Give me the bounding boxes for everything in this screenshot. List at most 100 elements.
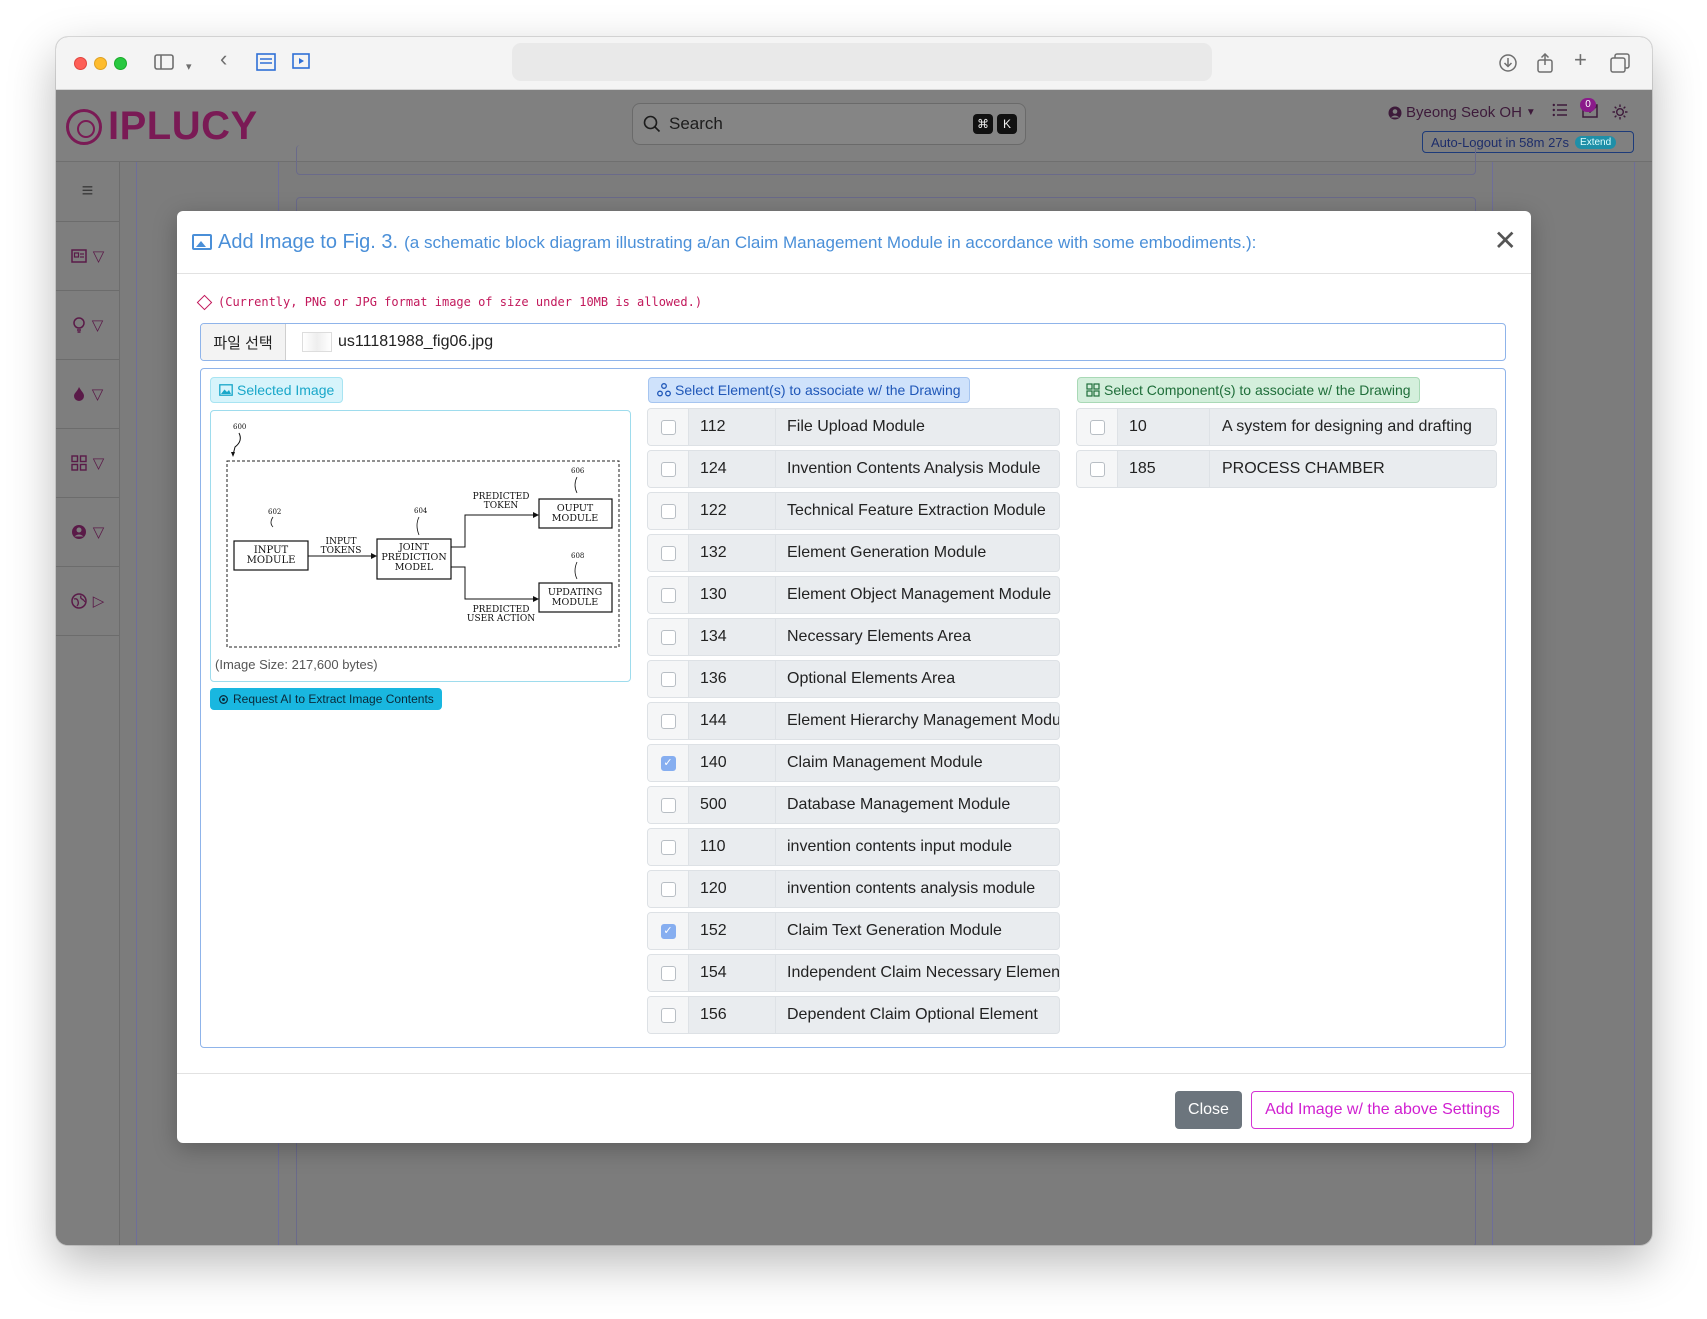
element-checkbox[interactable] — [660, 881, 676, 897]
checkbox-cell[interactable] — [648, 451, 689, 487]
element-checkbox[interactable] — [660, 503, 676, 519]
element-row[interactable]: ✓ 152 Claim Text Generation Module — [647, 912, 1060, 950]
media-icon[interactable] — [292, 53, 312, 75]
element-name: Technical Feature Extraction Module — [787, 502, 1046, 519]
element-checkbox[interactable]: ✓ — [660, 923, 676, 939]
sidebar-item-documents[interactable]: ▽ — [56, 222, 119, 291]
element-checkbox[interactable] — [660, 671, 676, 687]
component-checkbox[interactable] — [1089, 419, 1105, 435]
element-row[interactable]: 500 Database Management Module — [647, 786, 1060, 824]
request-ai-extract-button[interactable]: Request AI to Extract Image Contents — [210, 688, 442, 710]
diagram-label: MODULE — [552, 597, 598, 608]
element-row[interactable]: 144 Element Hierarchy Management Module — [647, 702, 1060, 740]
element-row[interactable]: 154 Independent Claim Necessary Elements — [647, 954, 1060, 992]
element-row[interactable]: 156 Dependent Claim Optional Element — [647, 996, 1060, 1034]
download-icon[interactable] — [1498, 53, 1518, 77]
checkbox-cell[interactable]: ✓ — [648, 913, 689, 949]
app-logo[interactable]: IPLUCY — [66, 104, 258, 149]
element-checkbox[interactable] — [660, 965, 676, 981]
extend-button[interactable]: Extend — [1575, 135, 1617, 149]
element-row[interactable]: 110 invention contents input module — [647, 828, 1060, 866]
element-name: Claim Text Generation Module — [787, 922, 1002, 939]
element-row[interactable]: 132 Element Generation Module — [647, 534, 1060, 572]
element-name: Optional Elements Area — [787, 670, 956, 687]
element-row[interactable]: 120 invention contents analysis module — [647, 870, 1060, 908]
sidebar-item-global[interactable]: ▷ — [56, 567, 119, 636]
list-icon[interactable] — [1552, 102, 1568, 123]
close-button[interactable]: Close — [1175, 1091, 1242, 1129]
element-checkbox[interactable]: ✓ — [660, 755, 676, 771]
search-input[interactable]: Search ⌘ K — [632, 103, 1026, 145]
checkbox-cell[interactable] — [648, 409, 689, 445]
checkbox-cell[interactable] — [648, 871, 689, 907]
element-checkbox[interactable] — [660, 419, 676, 435]
ref-label: 606 — [571, 467, 585, 475]
element-checkbox[interactable] — [660, 713, 676, 729]
element-row[interactable]: 122 Technical Feature Extraction Module — [647, 492, 1060, 530]
checkbox-cell[interactable] — [648, 829, 689, 865]
checkbox-cell[interactable] — [648, 619, 689, 655]
diagram-icon — [657, 383, 671, 397]
element-name: File Upload Module — [787, 418, 925, 435]
element-row[interactable]: 136 Optional Elements Area — [647, 660, 1060, 698]
sun-icon[interactable] — [1612, 104, 1628, 125]
component-checkbox[interactable] — [1089, 461, 1105, 477]
element-name: Claim Management Module — [787, 754, 983, 771]
choose-file-button[interactable]: 파일 선택 — [201, 324, 286, 360]
element-checkbox[interactable] — [660, 587, 676, 603]
component-row[interactable]: 185 PROCESS CHAMBER — [1076, 450, 1497, 488]
chevron-down-icon[interactable]: ▾ — [186, 57, 192, 77]
element-row[interactable]: 124 Invention Contents Analysis Module — [647, 450, 1060, 488]
reader-icon[interactable] — [256, 53, 276, 75]
element-number: 122 — [689, 493, 776, 529]
element-row[interactable]: 112 File Upload Module — [647, 408, 1060, 446]
checkbox-cell[interactable] — [648, 535, 689, 571]
element-name: invention contents analysis module — [787, 880, 1036, 897]
element-row[interactable]: 134 Necessary Elements Area — [647, 618, 1060, 656]
checkbox-cell[interactable] — [1077, 409, 1118, 445]
share-icon[interactable] — [1536, 52, 1554, 77]
element-row[interactable]: 130 Element Object Management Module — [647, 576, 1060, 614]
modal-subtitle: (a schematic block diagram illustrating … — [404, 232, 1257, 252]
checkbox-cell[interactable] — [1077, 451, 1118, 487]
request-ai-label: Request AI to Extract Image Contents — [233, 692, 434, 706]
zoom-window-button[interactable] — [114, 57, 127, 70]
tabs-overview-icon[interactable] — [1610, 53, 1630, 77]
back-arrow-icon[interactable]: ‹ — [220, 48, 227, 70]
user-menu[interactable]: Byeong Seok OH ▼ — [1388, 104, 1536, 121]
modal-title-text: Add Image to Fig. 3. — [218, 230, 399, 253]
sidebar-item-trending[interactable]: ▽ — [56, 360, 119, 429]
file-thumbnail — [302, 332, 332, 352]
element-checkbox[interactable] — [660, 797, 676, 813]
checkbox-cell[interactable] — [648, 787, 689, 823]
hamburger-menu-icon[interactable]: ≡ — [56, 162, 119, 222]
close-window-button[interactable] — [74, 57, 87, 70]
add-image-button[interactable]: Add Image w/ the above Settings — [1251, 1091, 1514, 1129]
file-input[interactable]: 파일 선택 us11181988_fig06.jpg — [200, 323, 1506, 361]
checkbox-cell[interactable] — [648, 661, 689, 697]
checkbox-cell[interactable] — [648, 955, 689, 991]
sidebar-item-ideas[interactable]: ▽ — [56, 291, 119, 360]
checkbox-cell[interactable] — [648, 493, 689, 529]
checkbox-cell[interactable]: ✓ — [648, 745, 689, 781]
element-row[interactable]: ✓ 140 Claim Management Module — [647, 744, 1060, 782]
new-tab-icon[interactable]: + — [1574, 49, 1587, 71]
element-number: 154 — [689, 955, 776, 991]
element-checkbox[interactable] — [660, 461, 676, 477]
component-row[interactable]: 10 A system for designing and drafting — [1076, 408, 1497, 446]
ref-label: 608 — [571, 552, 584, 560]
element-checkbox[interactable] — [660, 545, 676, 561]
address-bar[interactable] — [512, 43, 1212, 81]
sidebar-item-dashboard[interactable]: ▽ — [56, 429, 119, 498]
close-icon[interactable]: ✕ — [1494, 227, 1517, 255]
selected-image-badge: Selected Image — [210, 377, 344, 403]
sidebar-toggle-icon[interactable] — [154, 53, 174, 75]
sidebar-item-account[interactable]: ▽ — [56, 498, 119, 567]
checkbox-cell[interactable] — [648, 997, 689, 1033]
element-checkbox[interactable] — [660, 839, 676, 855]
element-checkbox[interactable] — [660, 629, 676, 645]
checkbox-cell[interactable] — [648, 703, 689, 739]
minimize-window-button[interactable] — [94, 57, 107, 70]
checkbox-cell[interactable] — [648, 577, 689, 613]
element-checkbox[interactable] — [660, 1007, 676, 1023]
